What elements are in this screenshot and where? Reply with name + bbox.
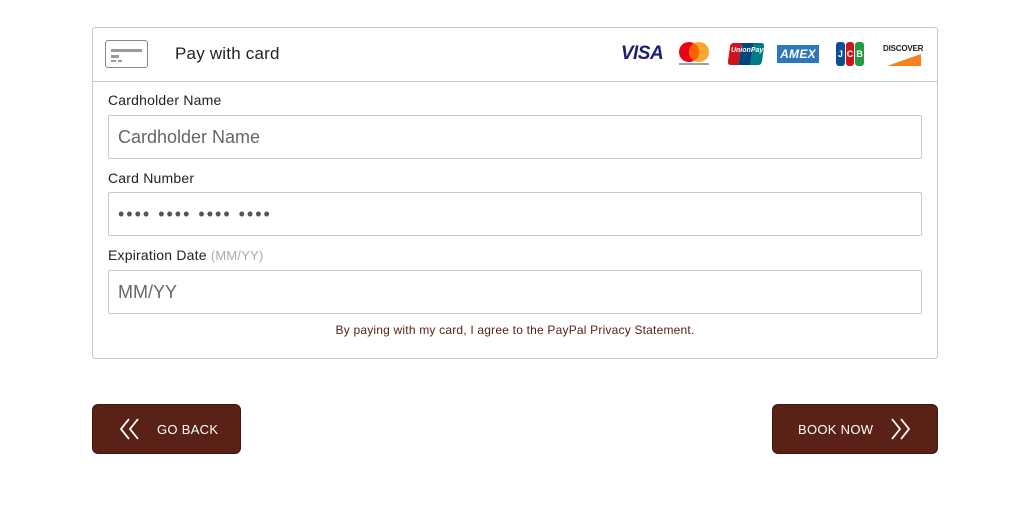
expiration-label-text: Expiration Date <box>108 247 207 263</box>
card-payment-panel: Pay with card VISA UnionPay AMEX JCB DIS… <box>92 27 938 359</box>
go-back-label: GO BACK <box>157 421 219 437</box>
jcb-logo: JCB <box>831 42 869 66</box>
go-back-button[interactable]: GO BACK <box>92 404 241 454</box>
panel-header: Pay with card VISA UnionPay AMEX JCB DIS… <box>93 28 937 82</box>
expiration-date-input[interactable] <box>108 270 922 314</box>
expiration-date-label: Expiration Date (MM/YY) <box>108 247 263 263</box>
discover-logo: DISCOVER <box>883 42 923 66</box>
double-chevron-right-icon <box>891 418 911 440</box>
book-now-button[interactable]: BOOK NOW <box>772 404 938 454</box>
expiration-format-hint: (MM/YY) <box>210 248 264 263</box>
credit-card-icon <box>105 40 148 68</box>
unionpay-logo: UnionPay <box>727 42 765 66</box>
card-brands: VISA UnionPay AMEX JCB DISCOVER <box>620 41 923 67</box>
privacy-agreement-text: By paying with my card, I agree to the P… <box>335 323 695 337</box>
visa-logo: VISA <box>620 43 664 64</box>
double-chevron-left-icon <box>119 418 139 440</box>
mastercard-logo <box>675 42 713 66</box>
card-number-label: Card Number <box>108 170 195 186</box>
card-number-input[interactable] <box>108 192 922 236</box>
book-now-label: BOOK NOW <box>798 421 874 437</box>
pay-with-card-title: Pay with card <box>175 44 280 63</box>
cardholder-name-label: Cardholder Name <box>108 92 222 108</box>
amex-logo: AMEX <box>777 42 819 66</box>
cardholder-name-input[interactable] <box>108 115 922 159</box>
